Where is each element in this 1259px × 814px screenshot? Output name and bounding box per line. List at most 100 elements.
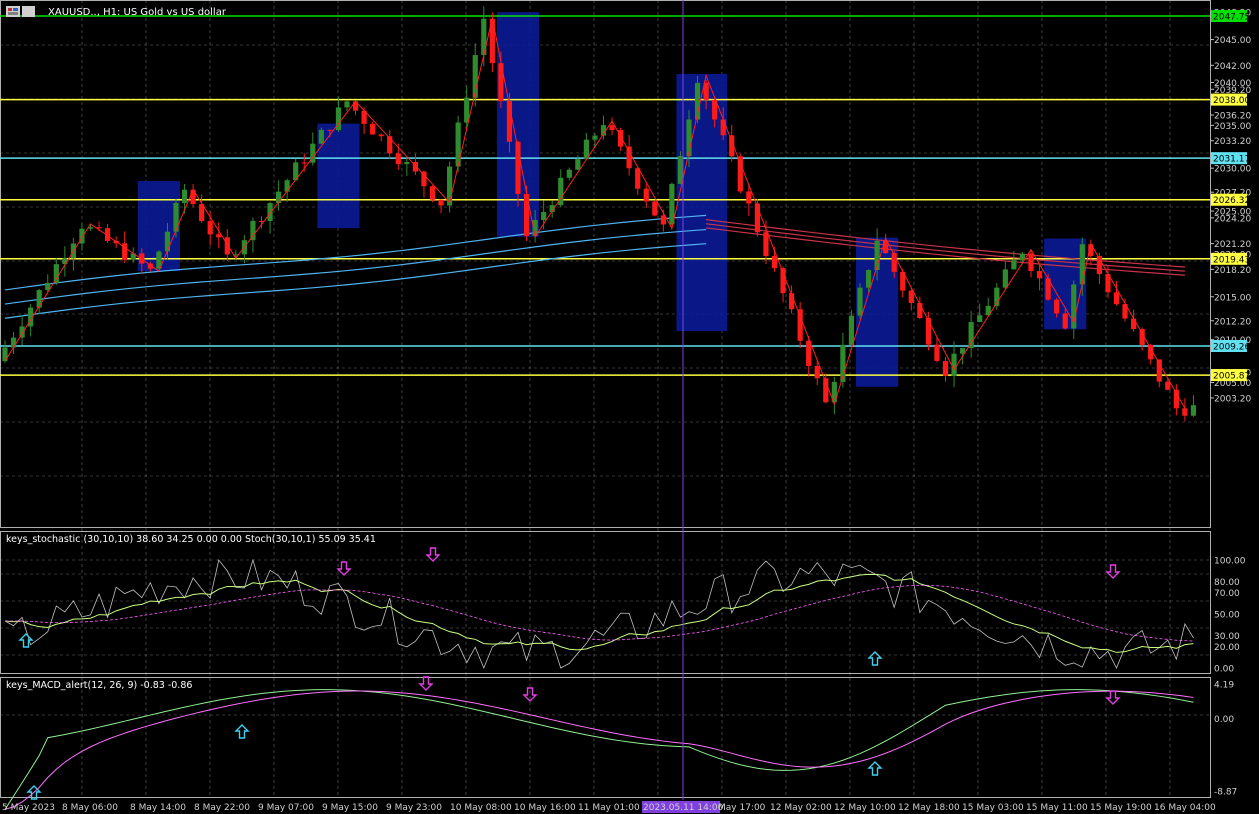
time-axis[interactable]: 5 May 2023 8 May 06:00 8 May 14:00 8 May 22… bbox=[2, 801, 1216, 813]
time-tick-label: 8 May 14:00 bbox=[130, 803, 186, 813]
candle-body bbox=[951, 353, 957, 377]
price-tick-label: 2015.00 bbox=[1214, 293, 1251, 303]
time-tick-label: 10 May 08:00 bbox=[450, 803, 512, 813]
candle-body bbox=[404, 162, 410, 165]
time-tick-label: 2023.05.11 14:00 bbox=[643, 803, 724, 813]
candle-body bbox=[917, 303, 923, 318]
candle-body bbox=[267, 203, 273, 221]
candle-body bbox=[626, 146, 632, 169]
candle-body bbox=[806, 340, 812, 366]
candle-body bbox=[643, 188, 649, 202]
candle-body bbox=[857, 287, 863, 316]
price-tick-label: 2045.00 bbox=[1214, 36, 1251, 46]
candle-body bbox=[1113, 292, 1120, 305]
candle-body bbox=[224, 237, 230, 255]
candle-body bbox=[848, 315, 855, 345]
candle-body bbox=[250, 220, 256, 241]
candle-body bbox=[925, 317, 931, 345]
price-level-tag-label: 2005.87 bbox=[1213, 372, 1250, 382]
time-tick-label: 15 May 19:00 bbox=[1090, 803, 1152, 813]
chart-menu-icon-cell bbox=[13, 8, 18, 11]
candle-body bbox=[421, 171, 427, 187]
candle-body bbox=[942, 360, 949, 377]
candle-body bbox=[10, 337, 17, 348]
candle-body bbox=[720, 119, 726, 136]
candle-body bbox=[370, 123, 376, 135]
candle-body bbox=[1182, 408, 1188, 416]
price-tick-label: 2003.20 bbox=[1214, 394, 1251, 404]
time-tick-label: 8 May 06:00 bbox=[62, 803, 118, 813]
candle-body bbox=[566, 169, 572, 178]
candle-body bbox=[1011, 260, 1017, 270]
time-tick-label: 9 May 15:00 bbox=[322, 803, 378, 813]
candle-body bbox=[344, 101, 350, 108]
trading-chart[interactable]: 2048.202045.002042.002040.002039.202036.… bbox=[0, 0, 1259, 814]
stoch-tick-label: 50.00 bbox=[1214, 611, 1240, 621]
candle-body bbox=[814, 365, 820, 379]
candle-body bbox=[1019, 253, 1026, 261]
candle-body bbox=[746, 191, 752, 204]
chart-menu-icon-cell bbox=[8, 12, 18, 15]
candle-body bbox=[635, 168, 641, 189]
price-tick-label: 2042.00 bbox=[1214, 62, 1251, 72]
candle-body bbox=[301, 162, 307, 164]
price-level-tag-label: 2038.00 bbox=[1213, 96, 1250, 106]
stoch-tick-label: 0.00 bbox=[1214, 665, 1234, 675]
price-level-tag-label: 2019.43 bbox=[1213, 255, 1250, 265]
candle-body bbox=[1002, 269, 1008, 288]
time-tick-label: 9 May 23:00 bbox=[386, 803, 442, 813]
candle-body bbox=[1190, 405, 1197, 416]
candle-body bbox=[968, 322, 974, 349]
price-tick-label: 2036.20 bbox=[1214, 112, 1251, 122]
price-tick-label: 2033.20 bbox=[1214, 137, 1251, 147]
chart-title: XAUUSD.., H1: US Gold vs US dollar bbox=[48, 7, 227, 18]
candle-body bbox=[934, 344, 940, 361]
stoch-tick-label: 80.00 bbox=[1214, 578, 1240, 588]
candle-body bbox=[1028, 253, 1034, 272]
candle-body bbox=[737, 156, 743, 192]
stoch-tick-label: 30.00 bbox=[1214, 632, 1240, 642]
candle-body bbox=[865, 270, 872, 288]
candle-body bbox=[592, 135, 598, 140]
candle-body bbox=[164, 231, 171, 252]
symbol-flag-icon bbox=[22, 6, 35, 17]
candle-body bbox=[1079, 244, 1085, 285]
candle-body bbox=[378, 134, 384, 137]
candle-body bbox=[284, 180, 290, 192]
price-tick-label: 2021.20 bbox=[1214, 240, 1251, 250]
candle-body bbox=[53, 264, 59, 283]
price-level-tag-label: 2009.26 bbox=[1213, 343, 1250, 353]
price-tick-label: 2018.20 bbox=[1214, 266, 1251, 276]
time-tick-label: 15 May 11:00 bbox=[1026, 803, 1088, 813]
stochastic-label: keys_stochastic (30,10,10) 38.60 34.25 0… bbox=[6, 534, 376, 545]
time-tick-label: 10 May 16:00 bbox=[514, 803, 576, 813]
time-tick-label: 9 May 07:00 bbox=[258, 803, 314, 813]
candle-body bbox=[575, 159, 581, 170]
candle-body bbox=[977, 315, 983, 323]
chart-menu-icon[interactable] bbox=[6, 6, 20, 17]
candle-body bbox=[763, 232, 769, 256]
candle-body bbox=[207, 221, 213, 235]
candle-body bbox=[216, 234, 222, 238]
time-tick-label: 11 May 01:00 bbox=[578, 803, 640, 813]
candle-body bbox=[481, 18, 487, 56]
time-tick-label: 12 May 18:00 bbox=[898, 803, 960, 813]
macd-tick-label: -8.87 bbox=[1214, 788, 1237, 798]
candle-body bbox=[36, 290, 42, 308]
candle-body bbox=[1054, 299, 1060, 314]
candle-body bbox=[429, 186, 436, 200]
stoch-tick-label: 100.00 bbox=[1214, 557, 1246, 567]
candle-body bbox=[395, 153, 401, 165]
chart-menu-icon-cell bbox=[8, 8, 12, 11]
price-level-tag-label: 2026.32 bbox=[1213, 196, 1250, 206]
candle-body bbox=[797, 309, 803, 341]
price-level-tag-label: 2047.75 bbox=[1213, 13, 1250, 23]
candle-body bbox=[327, 129, 333, 131]
time-tick-label: 15 May 03:00 bbox=[962, 803, 1024, 813]
price-tick-label: 2035.00 bbox=[1214, 122, 1251, 132]
price-tick-label: 2012.20 bbox=[1214, 317, 1251, 327]
macd-tick-label: 4.19 bbox=[1214, 681, 1234, 691]
price-tick-label: 2030.00 bbox=[1214, 165, 1251, 175]
time-tick-label: 8 May 22:00 bbox=[194, 803, 250, 813]
candle-body bbox=[541, 211, 547, 221]
